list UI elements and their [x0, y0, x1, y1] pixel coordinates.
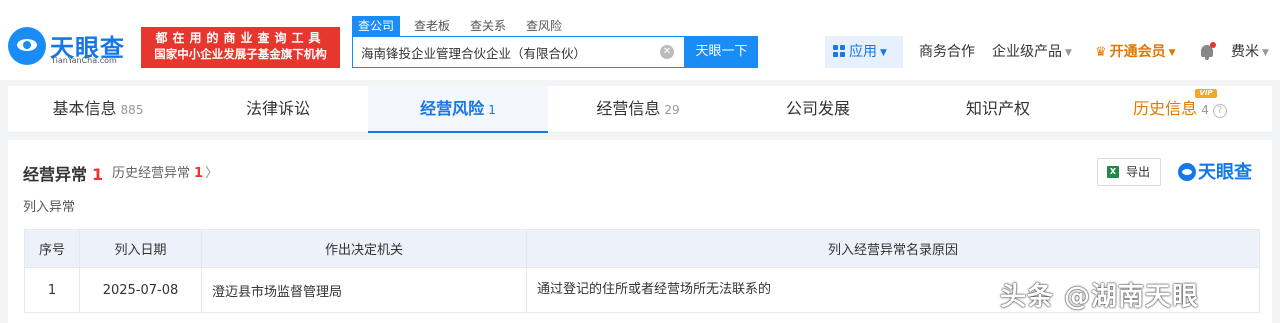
tab-label: 经营信息 [596, 99, 661, 118]
nav-open-vip[interactable]: ♛ 开通会员 ▼ [1095, 36, 1176, 68]
eye-logo-icon [1178, 163, 1196, 181]
search-tab-relation[interactable]: 查关系 [470, 16, 506, 36]
nav-user[interactable]: 费米 ▼ [1231, 36, 1269, 68]
section-title: 经营异常 1 [23, 161, 103, 185]
logo-domain: TianYanCha.com [51, 56, 117, 65]
subheading: 列入异常 [23, 200, 76, 215]
promo-line-2: 国家中小企业发展子基金旗下机构 [154, 47, 327, 61]
promo-badge[interactable]: 都在用的商业查询工具 国家中小企业发展子基金旗下机构 [141, 27, 340, 68]
cell-authority: 澄迈县市场监督管理局 [201, 267, 527, 313]
tab-ip[interactable]: 知识产权 [908, 86, 1088, 133]
vip-tag: VIP [1195, 89, 1217, 98]
search-type-tabs: 查公司 查老板 查关系 查风险 [352, 16, 582, 36]
export-label: 导出 [1126, 165, 1151, 179]
promo-line-1: 都在用的商业查询工具 [155, 31, 326, 45]
watermark: 头条 @湖南天眼 [1000, 282, 1200, 312]
nav-products-label: 企业级产品 [992, 44, 1062, 60]
caret-down-icon: ▼ [1262, 48, 1269, 58]
tab-business-risk[interactable]: 经营风险 1 [368, 86, 548, 133]
tab-legal[interactable]: 法律诉讼 [188, 86, 368, 133]
table-header-row: 序号 列入日期 作出决定机关 列入经营异常名录原因 [24, 229, 1260, 268]
tab-count: 4 [1201, 103, 1209, 117]
col-header-authority: 作出决定机关 [201, 229, 527, 268]
search-input[interactable] [353, 37, 653, 67]
caret-down-icon: ▼ [1168, 48, 1176, 58]
search-tab-company[interactable]: 查公司 [352, 16, 401, 36]
notification-dot [1210, 42, 1216, 48]
tab-label: 基本信息 [52, 99, 117, 118]
tab-business-info[interactable]: 经营信息 29 [548, 86, 728, 133]
tab-label: 法律诉讼 [245, 99, 310, 118]
nav-app-label: 应用 [849, 44, 877, 60]
tab-development[interactable]: 公司发展 [728, 86, 908, 133]
nav-products[interactable]: 企业级产品 ▼ [992, 36, 1072, 68]
tab-count: 885 [120, 103, 144, 117]
user-name: 费米 [1231, 44, 1259, 60]
search-box: ✕ [352, 36, 685, 68]
search-tab-risk[interactable]: 查风险 [526, 16, 562, 36]
help-icon[interactable]: ? [1212, 104, 1227, 118]
chevron-right-icon: 〉 [205, 166, 219, 181]
tianyancha-logo[interactable]: 天眼查 TianYanCha.com [8, 27, 136, 69]
top-header: 天眼查 TianYanCha.com 都在用的商业查询工具 国家中小企业发展子基… [0, 0, 1280, 80]
tab-label: 知识产权 [965, 99, 1030, 118]
tab-label: 公司发展 [785, 99, 850, 118]
col-header-index: 序号 [24, 229, 80, 268]
caret-down-icon: ▼ [1065, 48, 1072, 58]
section-count: 1 [92, 165, 104, 184]
grid-icon [833, 45, 845, 57]
history-count: 1 [194, 166, 204, 181]
col-header-reason: 列入经营异常名录原因 [526, 229, 1260, 268]
tab-count: 29 [664, 103, 680, 117]
search-tab-boss[interactable]: 查老板 [414, 16, 450, 36]
brand-mark: 天眼查 [1178, 158, 1252, 184]
clear-icon[interactable]: ✕ [660, 45, 674, 59]
eye-logo-icon [8, 27, 46, 65]
cell-date: 2025-07-08 [79, 267, 202, 313]
bell-icon[interactable] [1199, 42, 1216, 62]
tab-label: 经营风险 [420, 99, 485, 118]
cell-index: 1 [24, 267, 80, 313]
history-abnormal-link[interactable]: 历史经营异常 1 〉 [112, 162, 218, 181]
company-tab-bar: 基本信息 885 法律诉讼 经营风险 1 经营信息 29 公司发展 知识产权 历史信息… [8, 86, 1272, 133]
tab-basic-info[interactable]: 基本信息 885 [8, 86, 188, 133]
search-button[interactable]: 天眼一下 [685, 36, 758, 68]
nav-app-menu[interactable]: 应用 ▼ [825, 36, 903, 68]
nav-business[interactable]: 商务合作 [919, 36, 975, 68]
tab-label: 历史信息 [1133, 99, 1198, 118]
excel-icon: X [1107, 166, 1119, 178]
col-header-date: 列入日期 [79, 229, 202, 268]
history-label: 历史经营异常 [112, 166, 191, 181]
caret-down-icon: ▼ [880, 48, 887, 58]
export-button[interactable]: X 导出 [1097, 158, 1161, 186]
tab-count: 1 [488, 103, 496, 117]
crown-icon: ♛ [1095, 45, 1107, 60]
tab-history[interactable]: 历史信息 4? [1088, 86, 1272, 133]
section-title-text: 经营异常 [23, 165, 88, 184]
nav-vip-label: 开通会员 [1109, 44, 1166, 60]
brand-mark-text: 天眼查 [1198, 162, 1252, 183]
